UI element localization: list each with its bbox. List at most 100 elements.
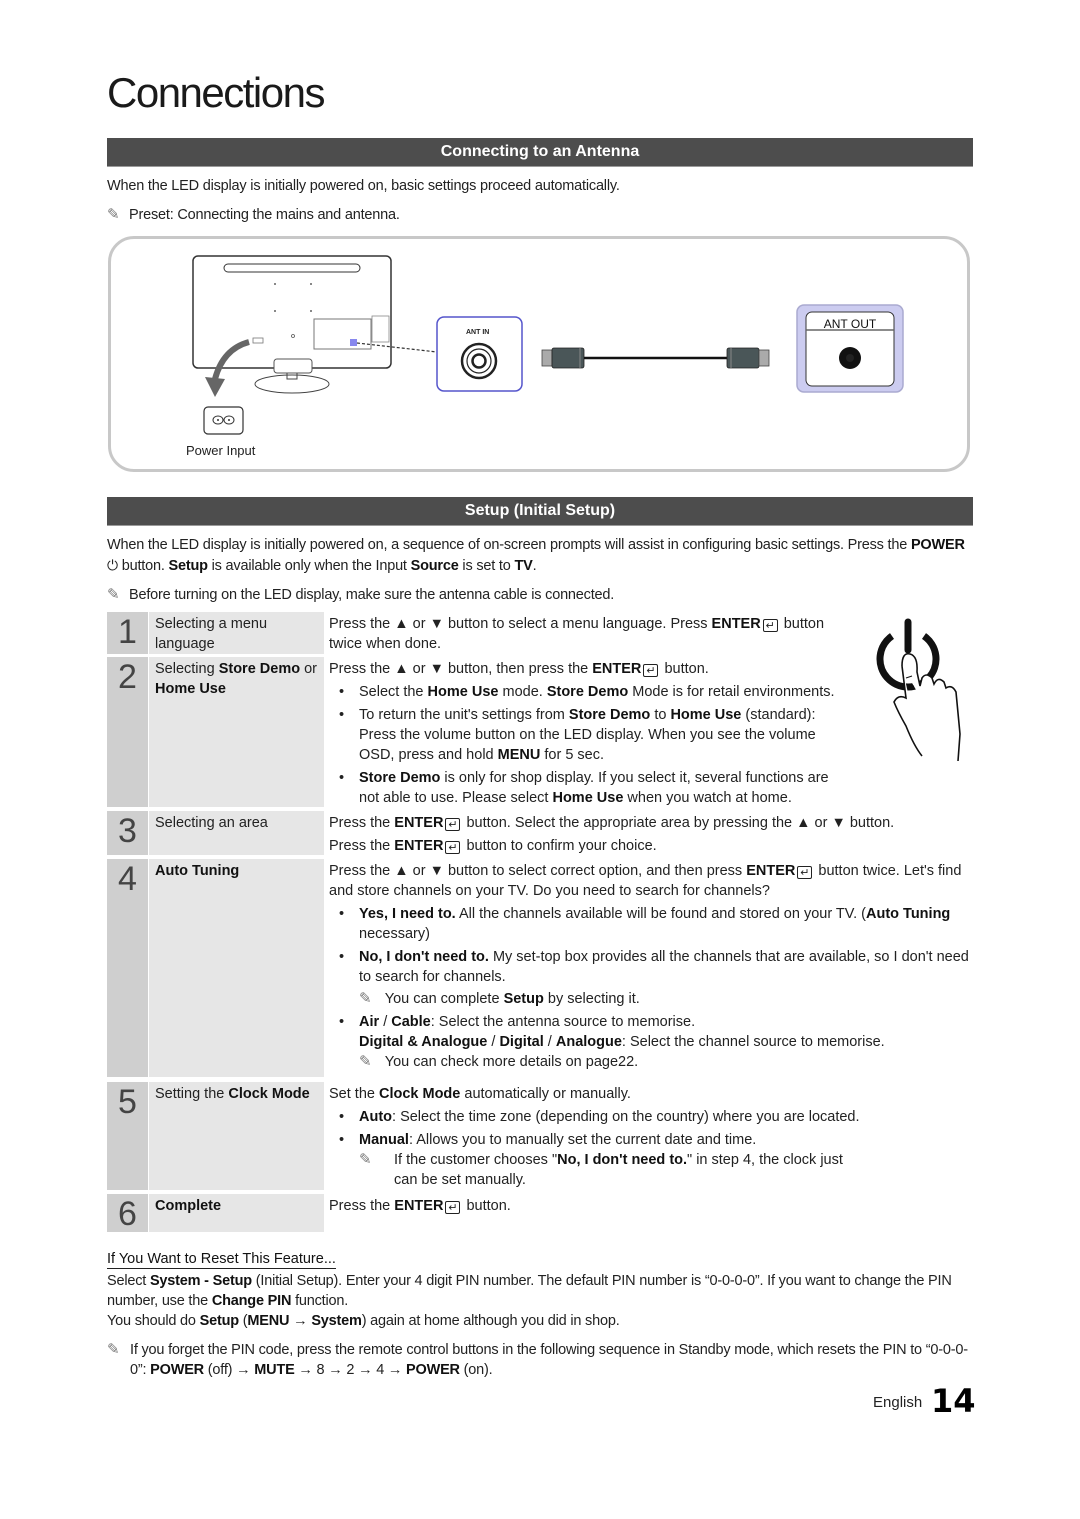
text-fragment: Press the xyxy=(329,1198,391,1214)
text-fragment: POWER xyxy=(910,537,965,553)
ant-out-label: ANT OUT xyxy=(823,317,877,331)
text-fragment: Manual xyxy=(359,1132,409,1148)
text-fragment: Setting the xyxy=(155,1086,225,1102)
text-fragment: All the channels available will be found… xyxy=(458,906,866,922)
text-fragment: (on). xyxy=(463,1362,493,1378)
text-fragment: Selecting xyxy=(155,661,215,677)
text-fragment: System - Setup xyxy=(149,1273,252,1289)
step-row-6: 6 Complete Press the ENTER ↵ button. xyxy=(107,1194,973,1233)
text-fragment: button. Select the appropriate area by p… xyxy=(466,815,895,831)
antenna-intro: When the LED display is initially powere… xyxy=(107,178,620,194)
step-description: Press the ENTER ↵ button. xyxy=(329,1194,973,1216)
text-fragment: Home Use xyxy=(670,707,742,723)
text-fragment: To return the unit's settings from xyxy=(359,707,565,723)
text-fragment: Air xyxy=(359,1014,380,1030)
text-fragment: Digital & Analogue xyxy=(359,1034,488,1050)
text-fragment: MENU xyxy=(247,1313,290,1329)
text-fragment: No, I don't need to. xyxy=(359,949,489,965)
setup-intro: When the LED display is initially powere… xyxy=(107,535,973,576)
text-fragment: Analogue xyxy=(555,1034,622,1050)
bullet-item: Select the Home Use mode. Store Demo Mod… xyxy=(329,682,849,702)
step-number: 4 xyxy=(107,859,148,1077)
text-fragment: button to confirm your choice. xyxy=(466,838,657,854)
text-fragment: System xyxy=(311,1313,362,1329)
text-fragment: : Allows you to manually set the current… xyxy=(408,1132,757,1148)
text-fragment: POWER xyxy=(150,1362,204,1378)
text-fragment: Source xyxy=(410,558,459,574)
text-fragment: Home Use xyxy=(155,681,226,697)
antenna-connection-diagram: ANT IN ANT OUT Power Input xyxy=(108,236,970,472)
text-fragment: Clock Mode xyxy=(228,1086,310,1102)
note-pencil-icon: ✎ xyxy=(107,586,120,603)
enter-icon: ↵ xyxy=(797,866,813,879)
page-title: Connections xyxy=(107,69,325,116)
text-fragment: Home Use xyxy=(427,684,499,700)
note-pencil-icon: ✎ xyxy=(359,1053,372,1070)
setup-note: ✎ Before turning on the LED display, make… xyxy=(107,585,614,605)
note-pencil-icon: ✎ xyxy=(359,990,372,1007)
step-label: Selecting Store Demo or Home Use xyxy=(149,657,324,807)
text-fragment: Yes, I need to. xyxy=(359,906,456,922)
hand-power-button-icon xyxy=(876,618,961,762)
bullet-item: Air / Cable: Select the antenna source t… xyxy=(329,1012,973,1072)
text-fragment: ENTER xyxy=(394,1198,444,1214)
text-fragment: Select the xyxy=(359,684,424,700)
text-fragment: Digital xyxy=(499,1034,544,1050)
bullet-item: No, I don't need to. My set-top box prov… xyxy=(329,947,973,1009)
step-label: Auto Tuning xyxy=(149,859,324,1077)
text-fragment: No, I don't need to. xyxy=(557,1152,688,1168)
text-fragment: Setup xyxy=(199,1313,239,1329)
step-description: Press the ENTER ↵ button. Select the appr… xyxy=(329,811,973,856)
text-fragment: Auto Tuning xyxy=(155,863,240,879)
step-number: 3 xyxy=(107,811,148,855)
text-fragment: Home Use xyxy=(552,790,624,806)
text-fragment: → 8 → 2 → 4 → xyxy=(298,1362,403,1378)
text-fragment: ENTER xyxy=(711,616,761,632)
text-fragment: Set the xyxy=(329,1086,375,1102)
text-fragment: Auto xyxy=(359,1109,393,1125)
step-description: Press the ▲ or ▼ button, then press the … xyxy=(329,657,849,808)
text-fragment: is available only when the Input xyxy=(211,558,407,574)
text-fragment: Auto Tuning xyxy=(866,906,951,922)
step-number: 1 xyxy=(107,612,148,654)
reset-paragraph-2: You should do Setup (MENU → System) agai… xyxy=(107,1311,973,1331)
text-fragment: necessary) xyxy=(359,926,430,942)
text-fragment: button. xyxy=(121,558,165,574)
text-fragment: : Select the time zone (depending on the… xyxy=(392,1109,860,1125)
text-fragment: for 5 sec. xyxy=(544,747,605,763)
bullet-item: Store Demo is only for shop display. If … xyxy=(329,768,849,808)
step-label: Selecting an area xyxy=(149,811,324,855)
text-fragment: / xyxy=(383,1014,388,1030)
bullet-item: To return the unit's settings from Store… xyxy=(329,705,849,765)
text-fragment: ENTER xyxy=(592,661,642,677)
text-fragment: Press the ▲ or ▼ button to select a menu… xyxy=(329,616,708,632)
bullet-item: Yes, I need to. All the channels availab… xyxy=(329,904,973,944)
step-description: Press the ▲ or ▼ button to select a menu… xyxy=(329,612,859,654)
text-fragment: ENTER xyxy=(746,863,796,879)
diagram-illustration xyxy=(192,255,904,435)
step-number: 5 xyxy=(107,1082,148,1190)
text-fragment: : Select the antenna source to memorise. xyxy=(430,1014,696,1030)
section-header-setup: Setup (Initial Setup) xyxy=(107,497,973,526)
text-fragment: Setup xyxy=(168,558,208,574)
text-fragment: You can complete xyxy=(384,991,500,1007)
enter-icon: ↵ xyxy=(445,1201,461,1214)
text-fragment: → xyxy=(293,1313,308,1329)
bullet-item: Auto: Select the time zone (depending on… xyxy=(329,1107,869,1127)
step-row-1: 1 Selecting a menu language Press the ▲ … xyxy=(107,612,973,654)
text-fragment: ) again at home although you did in shop… xyxy=(361,1313,620,1329)
power-input-label: Power Input xyxy=(186,443,256,458)
text-fragment: / xyxy=(547,1034,552,1050)
text-fragment: Press the xyxy=(329,838,391,854)
text-fragment: by selecting it. xyxy=(547,991,640,1007)
text-fragment: Press the ▲ or ▼ button to select correc… xyxy=(329,863,743,879)
note-pencil-icon: ✎ xyxy=(107,1341,120,1358)
power-icon: ⏻ xyxy=(107,557,118,573)
antenna-note-text: Preset: Connecting the mains and antenna… xyxy=(129,207,400,223)
text-fragment: automatically or manually. xyxy=(464,1086,631,1102)
text-fragment: to xyxy=(654,707,667,723)
text-fragment: When the LED display is initially powere… xyxy=(107,537,908,553)
ant-in-label: ANT IN xyxy=(466,329,490,336)
step-number: 2 xyxy=(107,657,148,807)
text-fragment: Store Demo xyxy=(568,707,651,723)
